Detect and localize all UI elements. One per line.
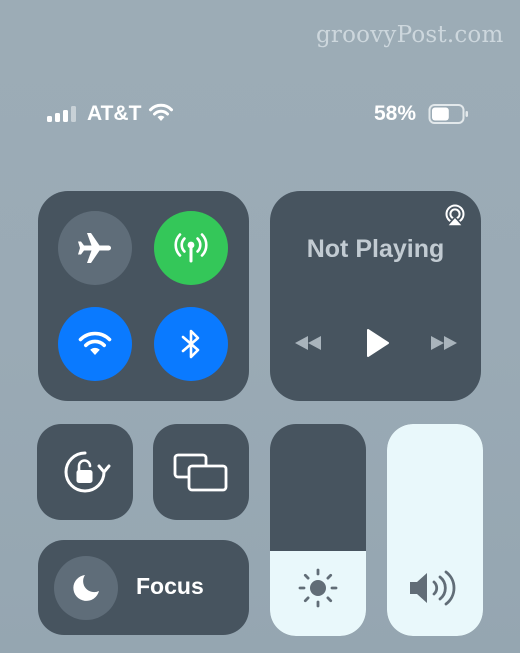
moon-icon xyxy=(73,575,99,601)
bluetooth-icon xyxy=(181,329,200,359)
now-playing-title: Not Playing xyxy=(306,235,445,263)
watermark: groovyPost.com xyxy=(316,22,504,48)
rewind-icon[interactable] xyxy=(293,334,323,352)
orientation-lock-button[interactable] xyxy=(37,424,133,520)
airplane-icon xyxy=(78,233,111,263)
carrier-label: AT&T xyxy=(87,102,142,125)
airplane-mode-button[interactable] xyxy=(58,211,132,285)
brightness-slider[interactable] xyxy=(270,424,366,636)
fast-forward-icon[interactable] xyxy=(429,334,459,352)
focus-label: Focus xyxy=(136,573,204,599)
cellular-signal-icon xyxy=(47,106,76,122)
sun-icon xyxy=(298,568,338,608)
wifi-icon xyxy=(78,331,112,355)
play-icon[interactable] xyxy=(366,328,390,358)
wifi-status-icon xyxy=(149,103,173,121)
antenna-icon xyxy=(174,233,208,263)
focus-button[interactable]: Focus xyxy=(38,540,249,635)
status-bar: AT&T 58% xyxy=(46,100,476,128)
bluetooth-button[interactable] xyxy=(154,307,228,381)
connectivity-module xyxy=(38,191,249,401)
volume-slider[interactable] xyxy=(387,424,483,636)
battery-icon xyxy=(428,104,468,124)
screen-mirroring-button[interactable] xyxy=(153,424,249,520)
speaker-icon xyxy=(410,570,456,606)
wifi-button[interactable] xyxy=(58,307,132,381)
cellular-data-button[interactable] xyxy=(154,211,228,285)
now-playing-module: Not Playing xyxy=(270,191,481,401)
battery-percent: 58% xyxy=(374,102,417,125)
screen-mirroring-icon xyxy=(173,453,228,492)
focus-icon-circle xyxy=(54,556,118,620)
rotation-lock-icon xyxy=(64,451,111,493)
airplay-icon[interactable] xyxy=(443,203,467,227)
